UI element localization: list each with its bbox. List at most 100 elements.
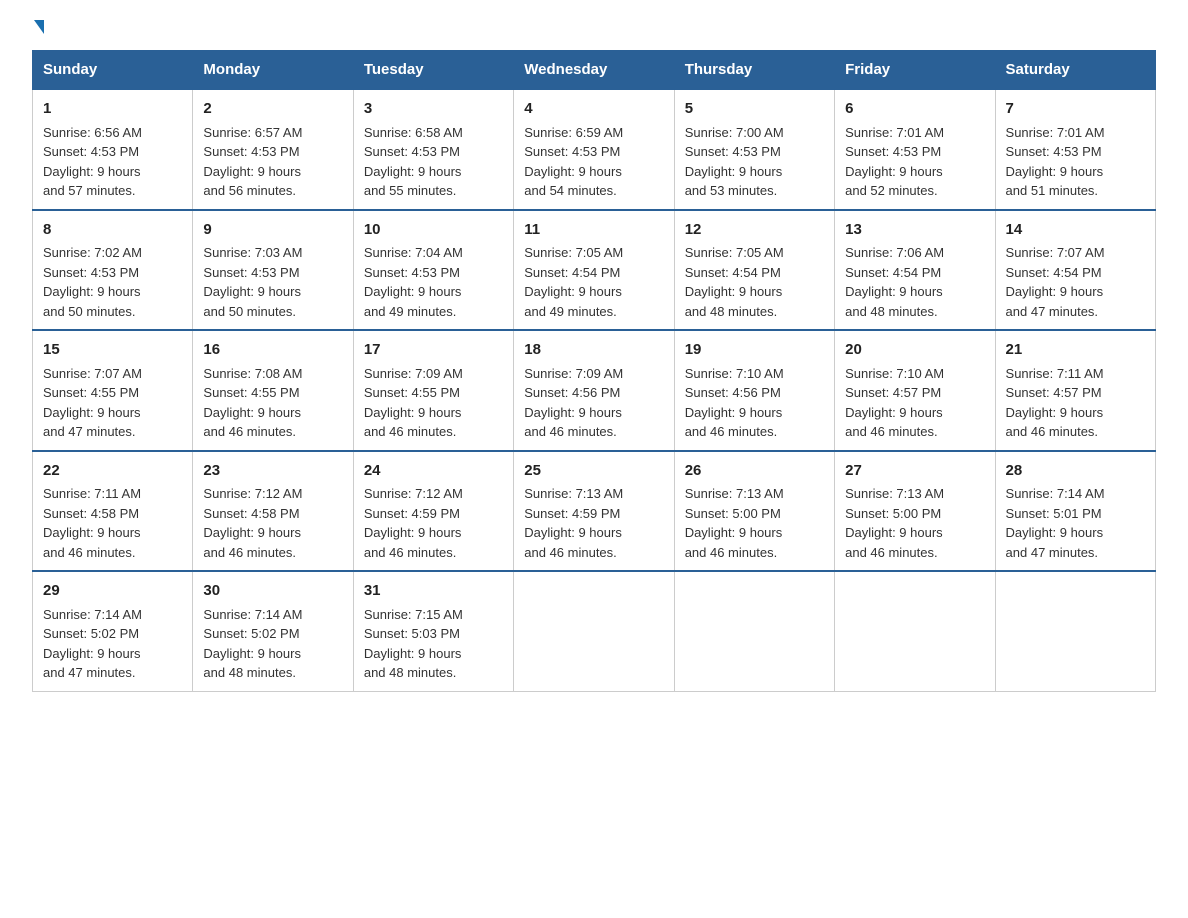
day-number: 15 (43, 339, 182, 362)
day-number: 19 (685, 339, 824, 362)
day-info: Sunrise: 7:04 AMSunset: 4:53 PMDaylight:… (364, 245, 463, 319)
day-number: 9 (203, 219, 342, 242)
calendar-cell: 17 Sunrise: 7:09 AMSunset: 4:55 PMDayligh… (353, 330, 513, 451)
calendar-cell: 9 Sunrise: 7:03 AMSunset: 4:53 PMDaylight… (193, 210, 353, 331)
day-info: Sunrise: 7:01 AMSunset: 4:53 PMDaylight:… (1006, 125, 1105, 199)
day-number: 30 (203, 580, 342, 603)
day-number: 28 (1006, 460, 1145, 483)
day-info: Sunrise: 7:03 AMSunset: 4:53 PMDaylight:… (203, 245, 302, 319)
day-info: Sunrise: 7:09 AMSunset: 4:56 PMDaylight:… (524, 366, 623, 440)
calendar-header-sunday: Sunday (33, 51, 193, 90)
calendar-cell: 1 Sunrise: 6:56 AMSunset: 4:53 PMDaylight… (33, 89, 193, 210)
day-number: 7 (1006, 98, 1145, 121)
day-info: Sunrise: 7:02 AMSunset: 4:53 PMDaylight:… (43, 245, 142, 319)
calendar-header-wednesday: Wednesday (514, 51, 674, 90)
calendar-cell: 24 Sunrise: 7:12 AMSunset: 4:59 PMDayligh… (353, 451, 513, 572)
day-info: Sunrise: 7:13 AMSunset: 4:59 PMDaylight:… (524, 486, 623, 560)
day-info: Sunrise: 6:56 AMSunset: 4:53 PMDaylight:… (43, 125, 142, 199)
day-number: 27 (845, 460, 984, 483)
day-number: 20 (845, 339, 984, 362)
calendar-cell: 6 Sunrise: 7:01 AMSunset: 4:53 PMDaylight… (835, 89, 995, 210)
calendar-cell (674, 571, 834, 691)
day-number: 29 (43, 580, 182, 603)
calendar-week-row: 15 Sunrise: 7:07 AMSunset: 4:55 PMDayligh… (33, 330, 1156, 451)
day-number: 4 (524, 98, 663, 121)
calendar-cell (835, 571, 995, 691)
day-info: Sunrise: 7:10 AMSunset: 4:56 PMDaylight:… (685, 366, 784, 440)
calendar-cell: 4 Sunrise: 6:59 AMSunset: 4:53 PMDaylight… (514, 89, 674, 210)
calendar-cell (995, 571, 1155, 691)
day-info: Sunrise: 7:13 AMSunset: 5:00 PMDaylight:… (845, 486, 944, 560)
day-info: Sunrise: 7:07 AMSunset: 4:55 PMDaylight:… (43, 366, 142, 440)
calendar-week-row: 22Sunrise: 7:11 AMSunset: 4:58 PMDayligh… (33, 451, 1156, 572)
day-info: Sunrise: 6:59 AMSunset: 4:53 PMDaylight:… (524, 125, 623, 199)
calendar-week-row: 29 Sunrise: 7:14 AMSunset: 5:02 PMDayligh… (33, 571, 1156, 691)
day-number: 1 (43, 98, 182, 121)
day-info: Sunrise: 7:11 AMSunset: 4:57 PMDaylight:… (1006, 366, 1104, 440)
day-number: 21 (1006, 339, 1145, 362)
day-info: Sunrise: 7:14 AMSunset: 5:02 PMDaylight:… (43, 607, 142, 681)
calendar-header-row: SundayMondayTuesdayWednesdayThursdayFrid… (33, 51, 1156, 90)
calendar-header-thursday: Thursday (674, 51, 834, 90)
day-info: Sunrise: 6:57 AMSunset: 4:53 PMDaylight:… (203, 125, 302, 199)
day-number: 17 (364, 339, 503, 362)
day-number: 2 (203, 98, 342, 121)
calendar-cell: 31Sunrise: 7:15 AMSunset: 5:03 PMDayligh… (353, 571, 513, 691)
calendar-cell: 25 Sunrise: 7:13 AMSunset: 4:59 PMDayligh… (514, 451, 674, 572)
calendar-cell: 8 Sunrise: 7:02 AMSunset: 4:53 PMDaylight… (33, 210, 193, 331)
logo (32, 24, 44, 38)
day-info: Sunrise: 7:05 AMSunset: 4:54 PMDaylight:… (685, 245, 784, 319)
day-number: 5 (685, 98, 824, 121)
day-number: 26 (685, 460, 824, 483)
day-info: Sunrise: 6:58 AMSunset: 4:53 PMDaylight:… (364, 125, 463, 199)
day-info: Sunrise: 7:01 AMSunset: 4:53 PMDaylight:… (845, 125, 944, 199)
day-number: 11 (524, 219, 663, 242)
calendar-header-saturday: Saturday (995, 51, 1155, 90)
calendar-header-tuesday: Tuesday (353, 51, 513, 90)
day-info: Sunrise: 7:14 AMSunset: 5:02 PMDaylight:… (203, 607, 302, 681)
calendar-cell: 20 Sunrise: 7:10 AMSunset: 4:57 PMDayligh… (835, 330, 995, 451)
day-number: 18 (524, 339, 663, 362)
day-number: 25 (524, 460, 663, 483)
calendar-cell: 7 Sunrise: 7:01 AMSunset: 4:53 PMDaylight… (995, 89, 1155, 210)
calendar-cell: 10Sunrise: 7:04 AMSunset: 4:53 PMDayligh… (353, 210, 513, 331)
day-number: 8 (43, 219, 182, 242)
calendar-cell: 14 Sunrise: 7:07 AMSunset: 4:54 PMDayligh… (995, 210, 1155, 331)
day-info: Sunrise: 7:06 AMSunset: 4:54 PMDaylight:… (845, 245, 944, 319)
day-number: 13 (845, 219, 984, 242)
calendar-cell: 18 Sunrise: 7:09 AMSunset: 4:56 PMDayligh… (514, 330, 674, 451)
calendar-cell: 11Sunrise: 7:05 AMSunset: 4:54 PMDayligh… (514, 210, 674, 331)
day-info: Sunrise: 7:14 AMSunset: 5:01 PMDaylight:… (1006, 486, 1105, 560)
day-info: Sunrise: 7:08 AMSunset: 4:55 PMDaylight:… (203, 366, 302, 440)
calendar-cell: 3 Sunrise: 6:58 AMSunset: 4:53 PMDaylight… (353, 89, 513, 210)
day-number: 14 (1006, 219, 1145, 242)
calendar-cell (514, 571, 674, 691)
calendar-week-row: 1 Sunrise: 6:56 AMSunset: 4:53 PMDaylight… (33, 89, 1156, 210)
calendar-cell: 2 Sunrise: 6:57 AMSunset: 4:53 PMDaylight… (193, 89, 353, 210)
day-info: Sunrise: 7:15 AMSunset: 5:03 PMDaylight:… (364, 607, 463, 681)
calendar-table: SundayMondayTuesdayWednesdayThursdayFrid… (32, 50, 1156, 692)
calendar-cell: 12 Sunrise: 7:05 AMSunset: 4:54 PMDayligh… (674, 210, 834, 331)
calendar-cell: 16Sunrise: 7:08 AMSunset: 4:55 PMDayligh… (193, 330, 353, 451)
day-number: 22 (43, 460, 182, 483)
calendar-cell: 28 Sunrise: 7:14 AMSunset: 5:01 PMDayligh… (995, 451, 1155, 572)
calendar-cell: 15 Sunrise: 7:07 AMSunset: 4:55 PMDayligh… (33, 330, 193, 451)
calendar-cell: 30 Sunrise: 7:14 AMSunset: 5:02 PMDayligh… (193, 571, 353, 691)
day-number: 24 (364, 460, 503, 483)
day-info: Sunrise: 7:12 AMSunset: 4:58 PMDaylight:… (203, 486, 302, 560)
calendar-cell: 29 Sunrise: 7:14 AMSunset: 5:02 PMDayligh… (33, 571, 193, 691)
calendar-cell: 27 Sunrise: 7:13 AMSunset: 5:00 PMDayligh… (835, 451, 995, 572)
day-info: Sunrise: 7:12 AMSunset: 4:59 PMDaylight:… (364, 486, 463, 560)
day-number: 12 (685, 219, 824, 242)
calendar-cell: 23Sunrise: 7:12 AMSunset: 4:58 PMDayligh… (193, 451, 353, 572)
calendar-week-row: 8 Sunrise: 7:02 AMSunset: 4:53 PMDaylight… (33, 210, 1156, 331)
day-number: 6 (845, 98, 984, 121)
calendar-header-monday: Monday (193, 51, 353, 90)
day-info: Sunrise: 7:09 AMSunset: 4:55 PMDaylight:… (364, 366, 463, 440)
day-info: Sunrise: 7:07 AMSunset: 4:54 PMDaylight:… (1006, 245, 1105, 319)
day-number: 3 (364, 98, 503, 121)
day-info: Sunrise: 7:10 AMSunset: 4:57 PMDaylight:… (845, 366, 944, 440)
day-info: Sunrise: 7:00 AMSunset: 4:53 PMDaylight:… (685, 125, 784, 199)
calendar-cell: 13 Sunrise: 7:06 AMSunset: 4:54 PMDayligh… (835, 210, 995, 331)
calendar-cell: 19 Sunrise: 7:10 AMSunset: 4:56 PMDayligh… (674, 330, 834, 451)
